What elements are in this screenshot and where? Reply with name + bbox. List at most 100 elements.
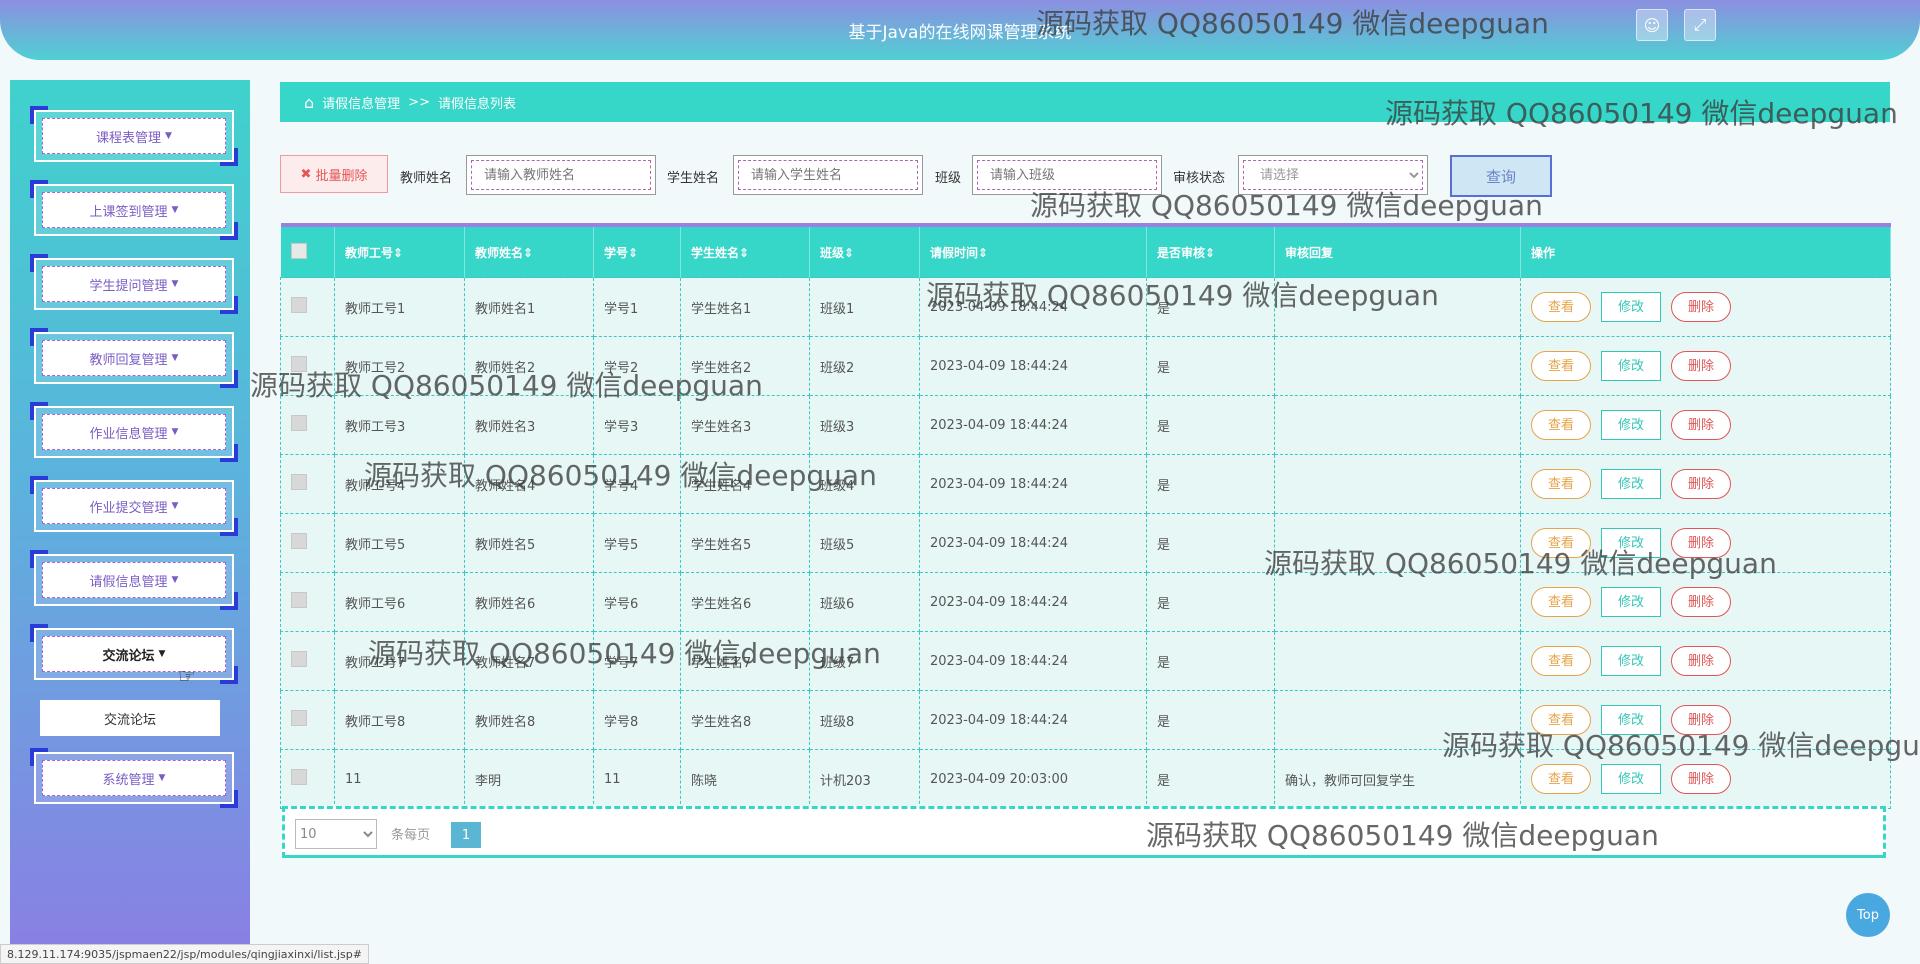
caret-down-icon: ▼: [158, 649, 166, 659]
edit-button[interactable]: 修改: [1601, 410, 1662, 440]
column-header[interactable]: 请假时间⇕: [919, 223, 1147, 278]
sidebar-item-label: 请假信息管理: [89, 574, 168, 590]
sidebar-item-label: 上课签到管理: [89, 204, 168, 220]
delete-button[interactable]: 删除: [1671, 705, 1732, 735]
breadcrumb-section[interactable]: 请假信息管理: [322, 93, 400, 112]
sort-icon: ⇕: [978, 245, 989, 260]
delete-button[interactable]: 删除: [1671, 292, 1732, 322]
row-checkbox[interactable]: [291, 356, 307, 372]
page-button-current[interactable]: 1: [451, 822, 481, 848]
sidebar-item-forum[interactable]: 交流论坛 ▼: [30, 624, 238, 684]
view-button[interactable]: 查看: [1531, 292, 1592, 322]
table-cell-reply: [1274, 336, 1521, 396]
sidebar-item-homework-submit[interactable]: 作业提交管理 ▼: [30, 476, 238, 536]
table-cell-time: 2023-04-09 18:44:24: [919, 572, 1147, 632]
column-header[interactable]: 学生姓名⇕: [680, 223, 810, 278]
table-cell-teacher-id: 教师工号4: [334, 454, 465, 514]
table-cell-teacher-id: 教师工号2: [334, 336, 465, 396]
page-size-select[interactable]: 10: [295, 819, 377, 849]
column-header[interactable]: 教师工号⇕: [334, 223, 465, 278]
sidebar-item-checkin[interactable]: 上课签到管理 ▼: [30, 180, 238, 240]
view-button[interactable]: 查看: [1531, 705, 1592, 735]
submenu-item-forum[interactable]: 交流论坛: [40, 700, 220, 736]
sidebar-item-homework[interactable]: 作业信息管理 ▼: [30, 402, 238, 462]
edit-button[interactable]: 修改: [1601, 705, 1662, 735]
row-checkbox[interactable]: [291, 297, 307, 313]
delete-button[interactable]: 删除: [1671, 646, 1732, 676]
view-button[interactable]: 查看: [1531, 646, 1592, 676]
row-checkbox[interactable]: [291, 592, 307, 608]
table-cell-audited: 是: [1146, 395, 1275, 455]
student-name-input[interactable]: [738, 160, 918, 190]
column-header: 操作: [1520, 223, 1891, 278]
caret-down-icon: ▼: [165, 131, 172, 141]
batch-delete-button[interactable]: ✖ 批量删除: [280, 155, 388, 193]
actions-cell: 查看 修改 删除: [1520, 690, 1891, 750]
edit-button[interactable]: 修改: [1601, 351, 1662, 381]
sidebar-item-replies[interactable]: 教师回复管理 ▼: [30, 328, 238, 388]
view-button[interactable]: 查看: [1531, 410, 1592, 440]
sidebar-item-label: 作业提交管理: [89, 500, 168, 516]
sidebar-item-system[interactable]: 系统管理 ▼: [30, 748, 238, 808]
delete-button[interactable]: 删除: [1671, 587, 1732, 617]
delete-button[interactable]: 删除: [1671, 469, 1732, 499]
teacher-name-input[interactable]: [471, 160, 651, 190]
status-url: 8.129.11.174:9035/jspmaen22/jsp/modules/…: [0, 944, 369, 964]
delete-button[interactable]: 删除: [1671, 410, 1732, 440]
column-header[interactable]: 班级⇕: [809, 223, 920, 278]
delete-button[interactable]: 删除: [1671, 351, 1732, 381]
delete-button[interactable]: 删除: [1671, 764, 1732, 794]
row-checkbox[interactable]: [291, 533, 307, 549]
user-icon[interactable]: ☺: [1636, 9, 1668, 41]
caret-down-icon: ▼: [171, 205, 179, 215]
delete-button[interactable]: 删除: [1671, 528, 1732, 558]
column-header[interactable]: 教师姓名⇕: [464, 223, 594, 278]
edit-button[interactable]: 修改: [1601, 646, 1662, 676]
audit-status-select[interactable]: 请选择: [1243, 160, 1423, 190]
column-header[interactable]: 学号⇕: [593, 223, 681, 278]
table-cell-time: 2023-04-09 18:44:24: [919, 454, 1147, 514]
edit-button[interactable]: 修改: [1601, 587, 1662, 617]
edit-button[interactable]: 修改: [1601, 292, 1662, 322]
view-button[interactable]: 查看: [1531, 587, 1592, 617]
table-cell-teacher-id: 教师工号7: [334, 631, 465, 691]
table-cell-audited: 是: [1146, 336, 1275, 396]
table-cell-student-id: 学号5: [593, 513, 681, 573]
table-cell-teacher-name: 教师姓名4: [464, 454, 594, 514]
row-checkbox[interactable]: [291, 710, 307, 726]
row-checkbox[interactable]: [291, 415, 307, 431]
view-button[interactable]: 查看: [1531, 469, 1592, 499]
class-input-wrap: [972, 155, 1162, 195]
sidebar-item-questions[interactable]: 学生提问管理 ▼: [30, 254, 238, 314]
sidebar-item-course-schedule[interactable]: 课程表管理 ▼: [30, 106, 238, 166]
table-cell-reply: [1274, 572, 1521, 632]
table-row: 教师工号7 教师姓名7 学号7 学生姓名7 班级7 2023-04-09 18:44:24…: [280, 631, 1891, 691]
select-all-checkbox[interactable]: [290, 242, 307, 259]
caret-down-icon: ▼: [171, 575, 179, 585]
view-button[interactable]: 查看: [1531, 764, 1592, 794]
edit-button[interactable]: 修改: [1601, 528, 1662, 558]
edit-button[interactable]: 修改: [1601, 764, 1662, 794]
table-cell-time: 2023-04-09 18:44:24: [919, 395, 1147, 455]
table-cell-teacher-id: 11: [334, 749, 465, 809]
row-checkbox[interactable]: [291, 769, 307, 785]
table-cell-class: 班级7: [809, 631, 920, 691]
back-to-top-button[interactable]: Top: [1846, 893, 1890, 937]
query-button[interactable]: 查询: [1450, 155, 1552, 197]
row-checkbox[interactable]: [291, 474, 307, 490]
sidebar-item-leave[interactable]: 请假信息管理 ▼: [30, 550, 238, 610]
search-toolbar: ✖ 批量删除 教师姓名 学生姓名 班级 审核状态 请选择 查询: [280, 155, 1890, 197]
table-cell-reply: [1274, 690, 1521, 750]
home-icon[interactable]: ⌂: [304, 93, 314, 112]
class-input[interactable]: [977, 160, 1157, 190]
close-icon: ✖: [300, 166, 312, 182]
edit-button[interactable]: 修改: [1601, 469, 1662, 499]
row-checkbox[interactable]: [291, 651, 307, 667]
view-button[interactable]: 查看: [1531, 351, 1592, 381]
column-header[interactable]: 是否审核⇕: [1146, 223, 1275, 278]
table-cell-teacher-name: 教师姓名6: [464, 572, 594, 632]
actions-cell: 查看 修改 删除: [1520, 336, 1891, 396]
fullscreen-icon[interactable]: ⤢: [1684, 9, 1716, 41]
column-header: 审核回复: [1274, 223, 1521, 278]
view-button[interactable]: 查看: [1531, 528, 1592, 558]
